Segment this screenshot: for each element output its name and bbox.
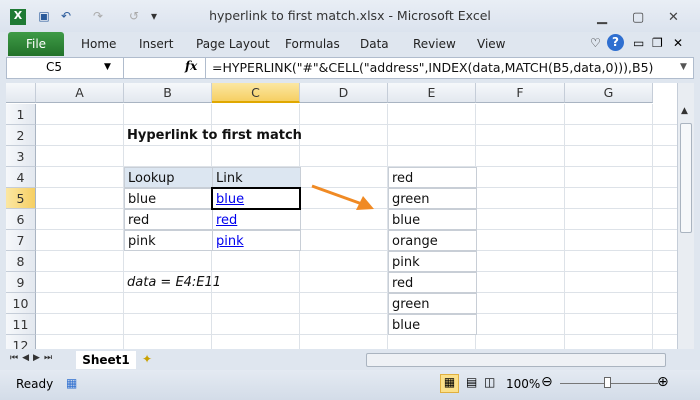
tab-file[interactable]: File (8, 32, 64, 56)
workbook-minimize-icon[interactable]: ▭ (633, 36, 644, 50)
column-header-C[interactable]: C (212, 83, 300, 103)
zoom-slider-thumb[interactable] (604, 377, 611, 388)
column-header-E[interactable]: E (388, 83, 476, 103)
gridline (652, 104, 653, 349)
maximize-icon[interactable]: ▢ (632, 10, 644, 25)
link-cell[interactable]: pink (212, 230, 301, 251)
insert-sheet-icon[interactable]: ✦ (142, 352, 152, 366)
formula-input[interactable]: =HYPERLINK("#"&CELL("address",INDEX(data… (212, 58, 653, 78)
row-header-6[interactable]: 6 (6, 209, 36, 230)
row-header-1[interactable]: 1 (6, 104, 36, 125)
vertical-scrollbar[interactable]: ▲ (677, 83, 694, 349)
status-ready: Ready (16, 377, 54, 391)
hyperlink[interactable]: pink (216, 234, 244, 249)
data-list-cell: orange (388, 230, 477, 251)
sheet-tab-sheet1[interactable]: Sheet1 (76, 351, 136, 369)
column-header-D[interactable]: D (300, 83, 388, 103)
tab-view[interactable]: View (477, 37, 505, 51)
normal-view-icon[interactable]: ▦ (440, 374, 459, 393)
zoom-in-icon[interactable]: ⊕ (657, 374, 669, 390)
column-header-G[interactable]: G (565, 83, 653, 103)
row-header-3[interactable]: 3 (6, 146, 36, 167)
expand-formula-bar-icon[interactable]: ▼ (680, 62, 687, 72)
hyperlink[interactable]: red (216, 213, 237, 228)
select-all-corner[interactable] (6, 83, 36, 103)
data-list-cell: blue (388, 209, 477, 230)
row-header-4[interactable]: 4 (6, 167, 36, 188)
tab-page-layout[interactable]: Page Layout (196, 37, 270, 51)
page-layout-view-icon[interactable]: ▤ (466, 375, 477, 389)
data-list-cell: red (388, 272, 477, 293)
close-icon[interactable]: ✕ (668, 10, 679, 25)
row-header-9[interactable]: 9 (6, 272, 36, 293)
worksheet-grid[interactable]: A B C D E F G 1 2 3 4 5 6 7 8 9 10 11 12 Hyperlink to first… (6, 83, 677, 349)
name-box-dropdown-icon[interactable]: ▼ (104, 62, 111, 72)
gridline (564, 104, 565, 349)
macro-record-icon[interactable]: ▦ (66, 376, 77, 390)
sheet-title: Hyperlink to first match (127, 128, 302, 143)
column-header-B[interactable]: B (124, 83, 212, 103)
table-header: Lookup (124, 167, 213, 188)
orange-arrow-icon (311, 184, 374, 210)
row-header-10[interactable]: 10 (6, 293, 36, 314)
row-header-2[interactable]: 2 (6, 125, 36, 146)
page-break-view-icon[interactable]: ◫ (484, 375, 495, 389)
tab-formulas[interactable]: Formulas (285, 37, 340, 51)
gridline (36, 334, 677, 335)
row-header-8[interactable]: 8 (6, 251, 36, 272)
data-list-cell: green (388, 188, 477, 209)
row-header-12[interactable]: 12 (6, 335, 36, 349)
sheet-tab-bar: ⏮◀▶⏭ Sheet1 ✦ (6, 351, 694, 369)
data-list-cell: green (388, 293, 477, 314)
row-header-7[interactable]: 7 (6, 230, 36, 251)
tab-insert[interactable]: Insert (139, 37, 173, 51)
horizontal-scrollbar[interactable] (366, 353, 666, 367)
column-header-A[interactable]: A (36, 83, 124, 103)
link-cell[interactable]: red (212, 209, 301, 230)
column-header-F[interactable]: F (476, 83, 565, 103)
scroll-thumb[interactable] (680, 123, 692, 233)
scroll-up-icon[interactable]: ▲ (681, 106, 688, 116)
status-bar: Ready ▦ ▦ ▤ ◫ 100% ⊖ ⊕ (0, 370, 700, 400)
help-icon[interactable]: ? (607, 34, 624, 51)
row-header-11[interactable]: 11 (6, 314, 36, 335)
tab-review[interactable]: Review (413, 37, 456, 51)
data-list-cell: red (388, 167, 477, 188)
data-list-cell: blue (388, 314, 477, 335)
sheet-nav-icon[interactable]: ⏮◀▶⏭ (10, 353, 56, 363)
data-list-cell: pink (388, 251, 477, 272)
minimize-ribbon-icon[interactable]: ♡ (590, 36, 601, 50)
tab-data[interactable]: Data (360, 37, 389, 51)
lookup-cell[interactable]: pink (124, 230, 213, 251)
title-bar: X ▣ ↶ ↷ ↺ ▾ hyperlink to first match.xls… (0, 0, 700, 32)
zoom-level[interactable]: 100% (506, 377, 540, 391)
tab-home[interactable]: Home (81, 37, 116, 51)
lookup-cell[interactable]: blue (124, 188, 213, 209)
table-header: Link (212, 167, 301, 188)
zoom-out-icon[interactable]: ⊖ (541, 374, 553, 390)
workbook-restore-icon[interactable]: ❐ (652, 36, 663, 50)
lookup-cell[interactable]: red (124, 209, 213, 230)
minimize-icon[interactable]: ▁ (597, 10, 607, 25)
workbook-close-icon[interactable]: ✕ (673, 36, 683, 50)
active-cell-border (211, 187, 301, 210)
named-range-note: data = E4:E11 (127, 275, 222, 290)
gridline (36, 313, 677, 314)
row-header-5[interactable]: 5 (6, 188, 36, 209)
window-title: hyperlink to first match.xlsx - Microsof… (209, 8, 491, 23)
insert-function-icon[interactable]: fx (185, 59, 197, 73)
